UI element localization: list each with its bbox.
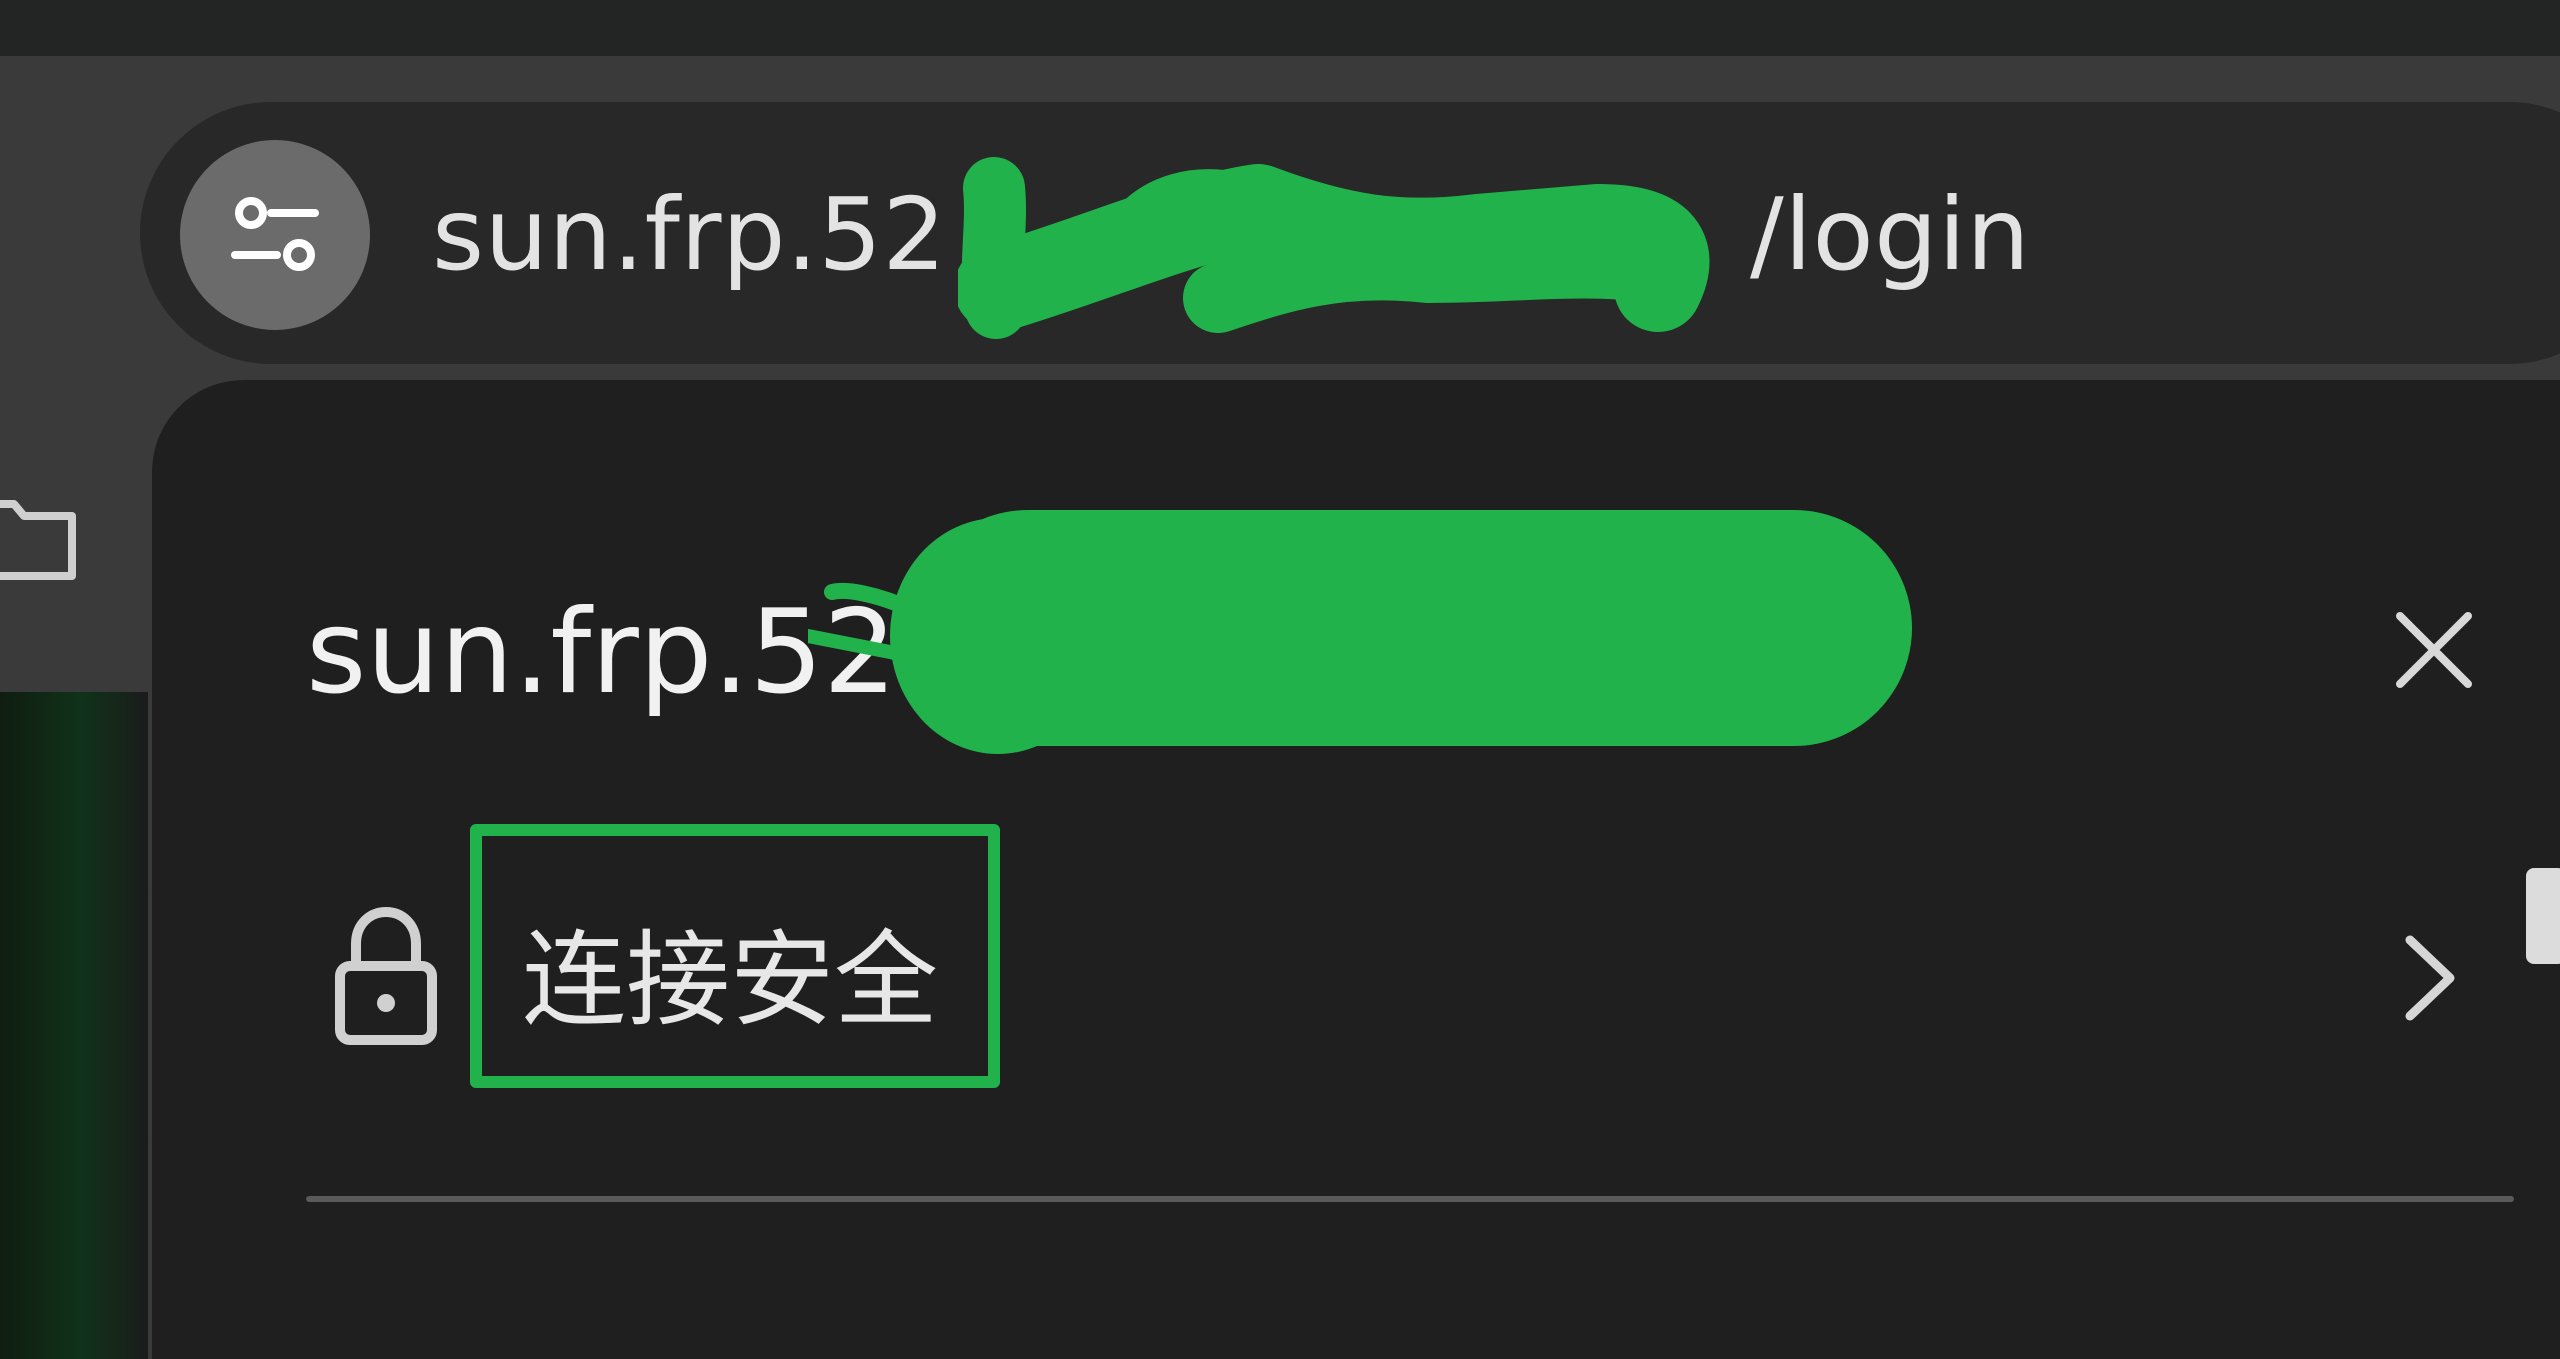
- tune-icon: [231, 197, 319, 271]
- folder-icon[interactable]: [0, 486, 76, 580]
- chevron-right-icon[interactable]: [2396, 928, 2466, 1028]
- redaction-scribble-url: [958, 157, 1710, 339]
- url-text[interactable]: sun.frp.52 /login: [432, 170, 2030, 300]
- close-button[interactable]: [2374, 590, 2494, 710]
- title-bar: [0, 0, 2560, 56]
- browser-window: sun.frp.52 /login sun.frp.52 连接安全: [0, 0, 2560, 1359]
- page-background: [0, 692, 150, 1359]
- url-host: sun.frp.52: [432, 176, 947, 293]
- url-path: /login: [1750, 176, 2031, 293]
- redaction-scribble-title: [808, 510, 1912, 754]
- connection-status-label: 连接安全: [522, 919, 939, 1041]
- edge-handle[interactable]: [2526, 868, 2560, 964]
- lock-icon: [335, 906, 437, 1045]
- site-info-button[interactable]: [180, 140, 370, 330]
- close-icon: [2396, 612, 2472, 688]
- divider: [306, 1196, 2514, 1202]
- toolbar-strip: [0, 56, 2560, 102]
